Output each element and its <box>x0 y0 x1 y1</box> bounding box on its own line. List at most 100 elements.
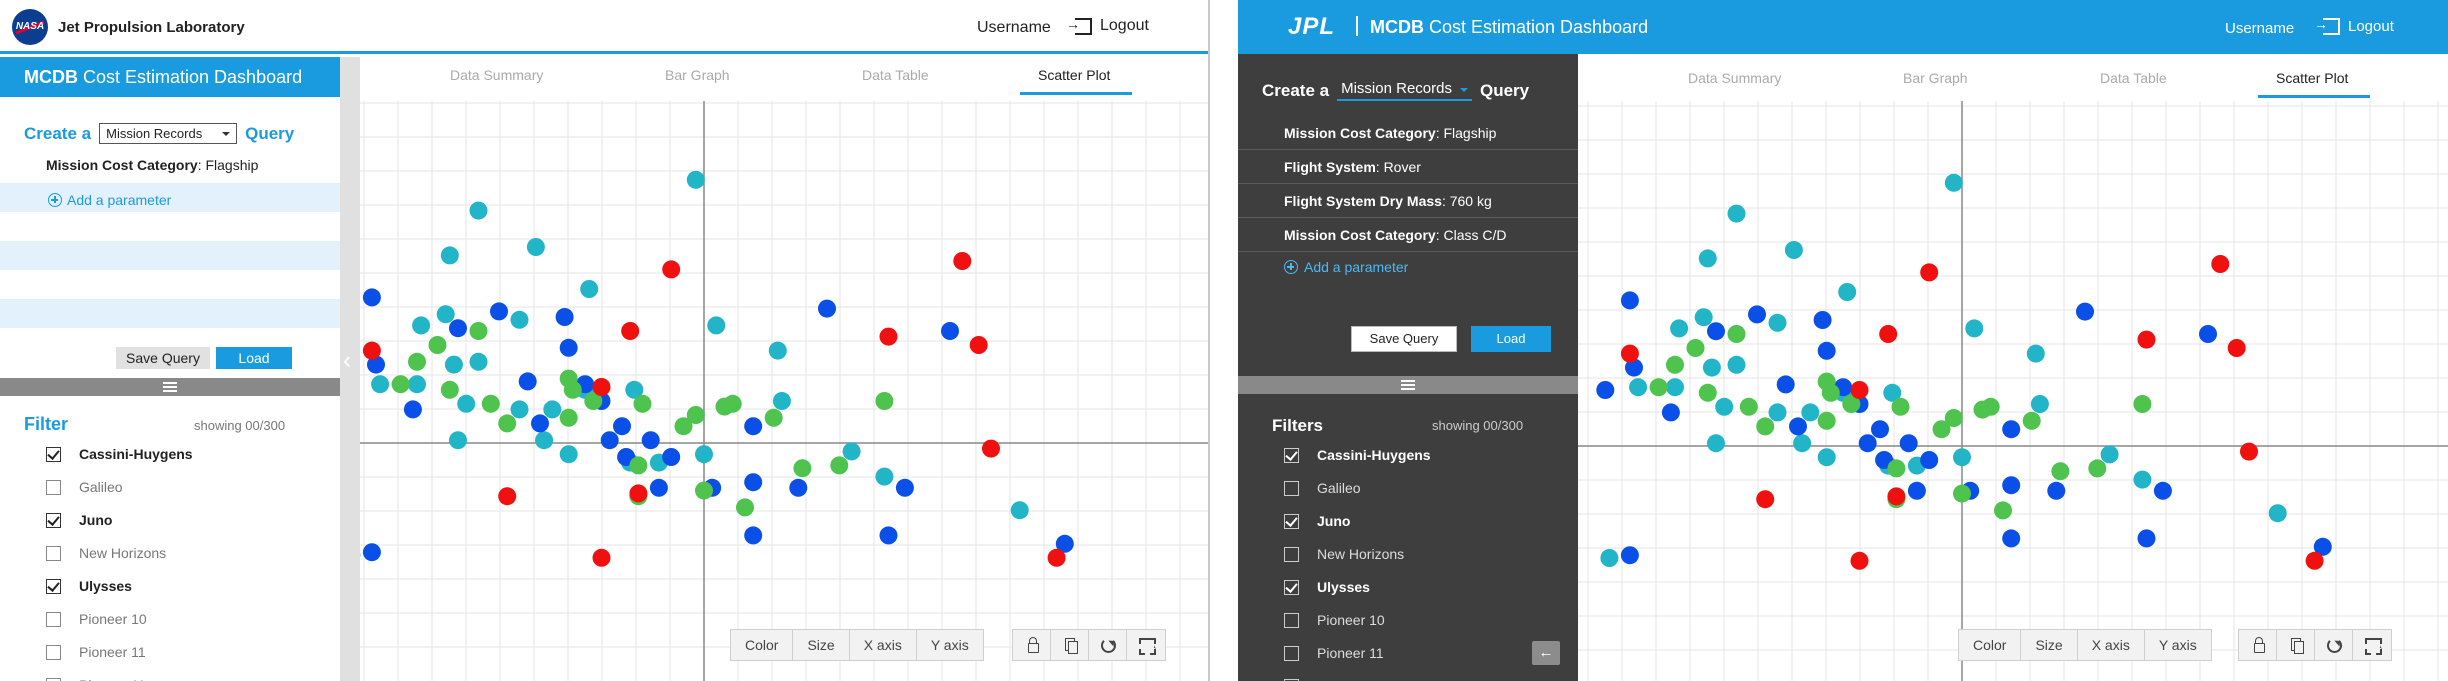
data-point-green[interactable] <box>2088 459 2107 478</box>
tab-scatter-plot[interactable]: Scatter Plot <box>1038 67 1110 83</box>
copy-icon[interactable] <box>1051 630 1089 660</box>
data-point-green[interactable] <box>1727 325 1746 343</box>
data-point-teal[interactable] <box>510 400 529 419</box>
data-point-teal[interactable] <box>1784 241 1803 259</box>
data-point-green[interactable] <box>1994 501 2012 520</box>
data-point-teal[interactable] <box>1727 204 1746 223</box>
color-button[interactable]: Color <box>731 630 794 660</box>
data-point-teal[interactable] <box>580 280 599 298</box>
data-point-red[interactable] <box>879 327 898 346</box>
save-query-button[interactable]: Save Query <box>116 347 210 369</box>
data-point-green[interactable] <box>1887 459 1906 478</box>
data-point-red[interactable] <box>592 548 611 567</box>
data-point-blue[interactable] <box>2002 420 2021 439</box>
data-point-green[interactable] <box>1698 383 1717 402</box>
data-point-green[interactable] <box>736 498 754 517</box>
data-point-blue[interactable] <box>531 414 549 433</box>
data-point-red[interactable] <box>1620 344 1639 363</box>
jpl-logo[interactable]: JPL <box>1288 13 1335 41</box>
data-point-green[interactable] <box>428 336 447 354</box>
data-point-blue[interactable] <box>2076 302 2094 321</box>
y-axis-button[interactable]: Y axis <box>917 630 983 660</box>
filter-item[interactable]: Cassini-Huygens <box>46 446 193 479</box>
data-point-red[interactable] <box>2137 330 2156 349</box>
data-point-green[interactable] <box>1817 411 1836 430</box>
data-point-green[interactable] <box>793 459 812 478</box>
data-point-blue[interactable] <box>1920 451 1939 469</box>
data-point-green[interactable] <box>633 394 652 413</box>
data-point-blue[interactable] <box>559 338 578 357</box>
data-point-red[interactable] <box>1850 381 1869 399</box>
filter-item[interactable]: Ulysses <box>46 578 193 611</box>
query-parameter[interactable]: Mission Cost Category: Flagship <box>1238 116 1578 150</box>
resize-handle[interactable] <box>0 378 340 396</box>
checkbox-icon[interactable] <box>46 546 61 561</box>
data-point-teal[interactable] <box>1793 434 1812 453</box>
scatter-plot[interactable] <box>360 101 1210 681</box>
checkbox-icon[interactable] <box>46 645 61 660</box>
data-point-blue[interactable] <box>2153 481 2172 500</box>
data-point-green[interactable] <box>2051 462 2070 481</box>
data-point-blue[interactable] <box>2047 481 2066 500</box>
data-point-green[interactable] <box>1817 372 1836 391</box>
data-point-blue[interactable] <box>1748 305 1766 324</box>
sidebar-collapse-bar[interactable]: ‹ <box>340 57 360 681</box>
data-point-blue[interactable] <box>744 473 763 492</box>
data-point-teal[interactable] <box>1010 501 1029 520</box>
data-point-teal[interactable] <box>444 355 463 374</box>
filter-item[interactable]: Pioneer 11 <box>46 677 193 681</box>
data-point-green[interactable] <box>1649 378 1668 397</box>
tab-scatter-plot[interactable]: Scatter Plot <box>2276 70 2348 86</box>
data-point-teal[interactable] <box>772 392 791 410</box>
data-point-green[interactable] <box>1973 400 1992 419</box>
record-type-select[interactable]: Mission Records <box>99 123 238 144</box>
query-parameter[interactable]: Flight System Dry Mass: 760 kg <box>1238 184 1578 218</box>
data-point-teal[interactable] <box>412 316 431 335</box>
data-point-blue[interactable] <box>518 372 537 391</box>
checkbox-checked-icon[interactable] <box>46 579 61 594</box>
tab-data-table[interactable]: Data Table <box>2100 70 2167 86</box>
data-point-blue[interactable] <box>744 417 763 436</box>
data-point-teal[interactable] <box>1768 313 1787 332</box>
data-point-green[interactable] <box>1686 339 1705 357</box>
data-point-teal[interactable] <box>875 467 894 486</box>
data-point-red[interactable] <box>982 439 1000 458</box>
query-parameter[interactable]: Mission Cost Category: Class C/D <box>1238 218 1578 252</box>
data-point-teal[interactable] <box>842 442 861 461</box>
data-point-green[interactable] <box>2022 411 2041 430</box>
data-point-teal[interactable] <box>695 445 713 464</box>
data-point-green[interactable] <box>559 369 578 388</box>
data-point-red[interactable] <box>1920 263 1939 282</box>
data-point-green[interactable] <box>408 352 426 371</box>
data-point-teal[interactable] <box>543 400 562 419</box>
data-point-teal[interactable] <box>436 305 455 324</box>
data-point-green[interactable] <box>875 392 894 410</box>
data-point-red[interactable] <box>629 484 648 503</box>
data-point-teal[interactable] <box>1727 355 1746 374</box>
data-point-teal[interactable] <box>1600 549 1619 567</box>
load-button[interactable]: Load <box>216 347 292 369</box>
nasa-logo-icon[interactable]: NASA <box>12 9 48 45</box>
data-point-teal[interactable] <box>2100 445 2119 464</box>
checkbox-icon[interactable] <box>1284 646 1299 661</box>
data-point-blue[interactable] <box>2199 325 2217 343</box>
data-point-blue[interactable] <box>449 319 467 338</box>
data-point-green[interactable] <box>440 380 459 399</box>
data-point-red[interactable] <box>662 260 681 279</box>
data-point-green[interactable] <box>1944 409 1963 427</box>
add-parameter-button[interactable]: Add a parameter <box>48 192 171 208</box>
data-point-teal[interactable] <box>1666 378 1684 397</box>
checkbox-icon[interactable] <box>1284 613 1299 628</box>
data-point-teal[interactable] <box>469 201 488 220</box>
data-point-red[interactable] <box>498 487 517 506</box>
refresh-icon[interactable] <box>2315 630 2353 660</box>
data-point-blue[interactable] <box>641 431 660 450</box>
data-point-blue[interactable] <box>2002 476 2021 495</box>
data-point-blue[interactable] <box>613 417 631 436</box>
record-type-select[interactable]: Mission Records <box>1337 80 1472 101</box>
data-point-blue[interactable] <box>1899 434 1918 453</box>
data-point-teal[interactable] <box>768 341 787 360</box>
load-button[interactable]: Load <box>1471 326 1551 352</box>
data-point-blue[interactable] <box>403 400 422 419</box>
data-point-blue[interactable] <box>818 299 836 318</box>
